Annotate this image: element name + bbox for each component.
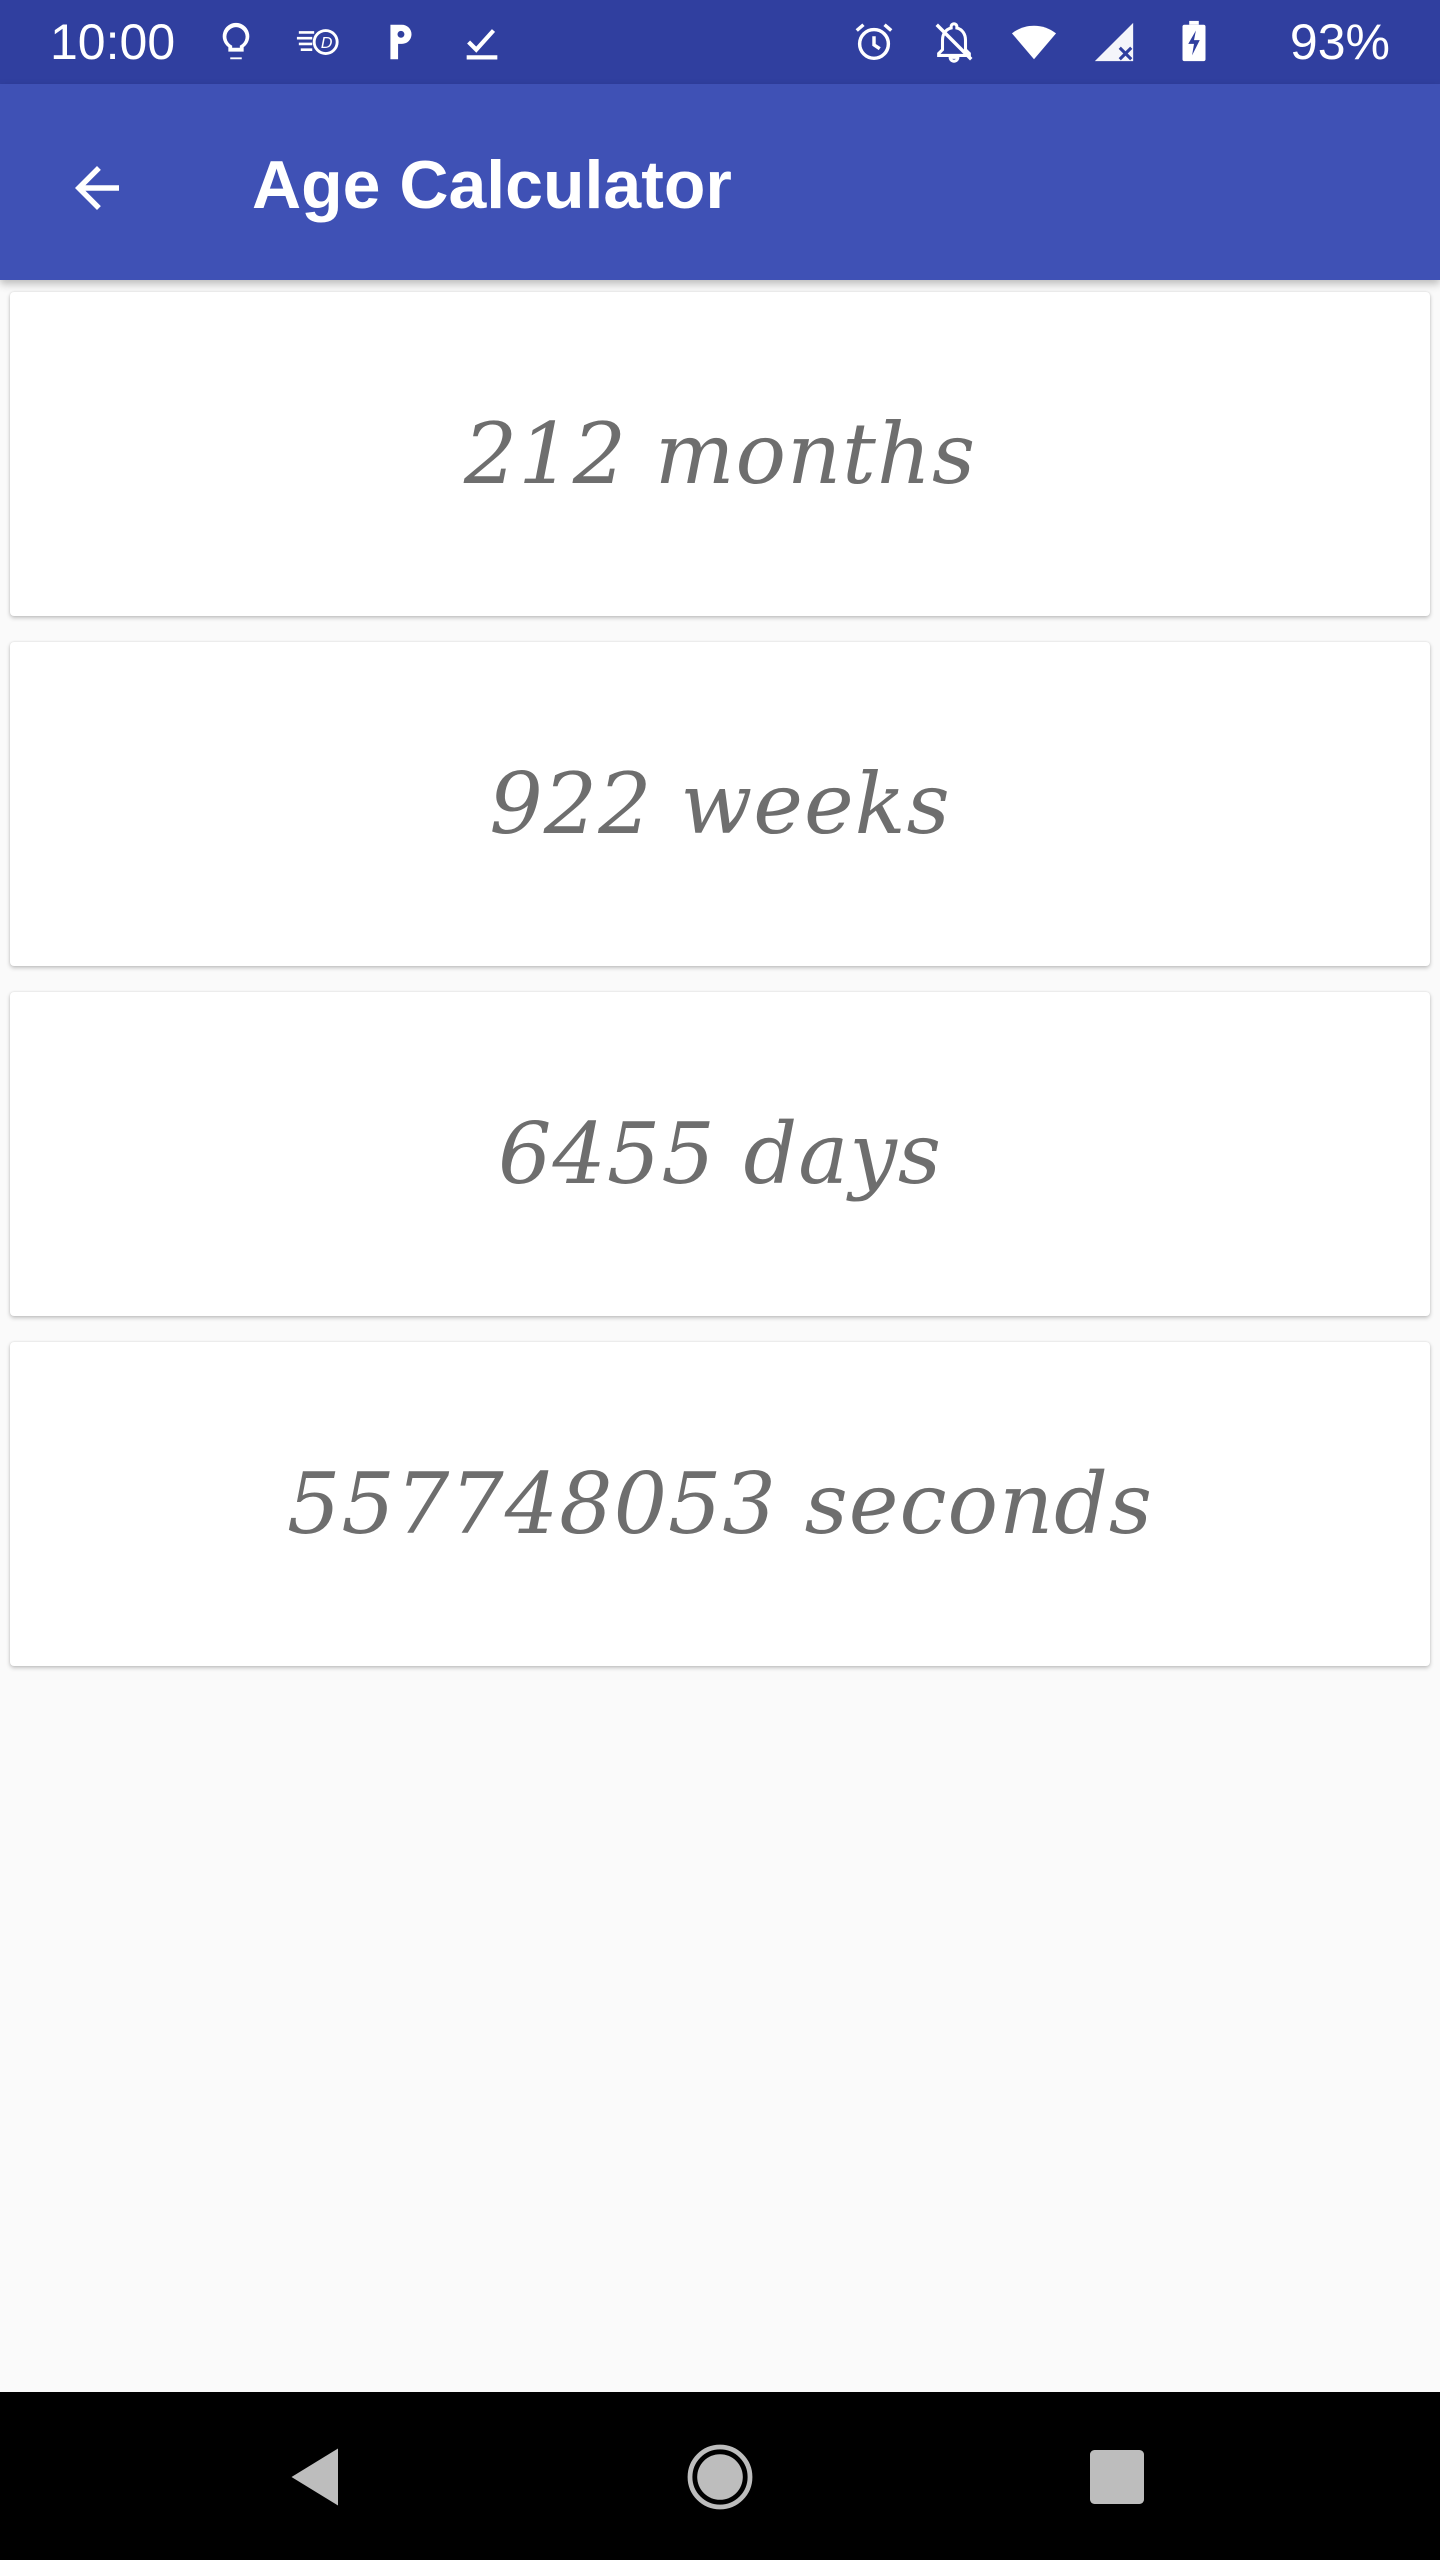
status-time: 10:00 bbox=[50, 14, 176, 70]
check-download-icon bbox=[456, 16, 508, 68]
notifications-off-icon bbox=[928, 16, 980, 68]
app-bar: Age Calculator bbox=[0, 84, 1440, 280]
seconds-value: 557748053 seconds bbox=[286, 1455, 1154, 1553]
alarm-icon bbox=[848, 16, 900, 68]
wifi-icon bbox=[1008, 16, 1060, 68]
p-icon bbox=[374, 16, 426, 68]
results-list: 212 months 922 weeks 6455 days 557748053… bbox=[10, 292, 1430, 1692]
lightbulb-icon bbox=[210, 16, 262, 68]
nav-home-button[interactable] bbox=[675, 2432, 765, 2522]
signal-icon bbox=[1088, 16, 1140, 68]
status-bar: 10:00 D 93% bbox=[0, 0, 1440, 84]
nav-recents-button[interactable] bbox=[1072, 2432, 1162, 2522]
home-circle-icon bbox=[687, 2444, 753, 2510]
page-title: Age Calculator bbox=[252, 147, 732, 223]
arrow-back-icon bbox=[75, 166, 119, 210]
battery-percent: 93% bbox=[1289, 14, 1390, 70]
battery-charging-icon bbox=[1168, 16, 1220, 68]
navigation-bar bbox=[0, 2392, 1440, 2560]
weeks-value: 922 weeks bbox=[489, 755, 951, 853]
result-card-months: 212 months bbox=[10, 292, 1430, 616]
recents-square-icon bbox=[1090, 2450, 1144, 2504]
days-value: 6455 days bbox=[498, 1105, 942, 1203]
result-card-days: 6455 days bbox=[10, 992, 1430, 1316]
svg-text:D: D bbox=[321, 34, 333, 52]
result-card-weeks: 922 weeks bbox=[10, 642, 1430, 966]
back-triangle-icon bbox=[291, 2448, 338, 2506]
months-value: 212 months bbox=[463, 405, 977, 503]
nav-back-button[interactable] bbox=[272, 2432, 362, 2522]
status-left-icons: D bbox=[210, 14, 508, 70]
speed-d-icon: D bbox=[292, 16, 344, 68]
back-button[interactable] bbox=[42, 140, 152, 236]
result-card-seconds: 557748053 seconds bbox=[10, 1342, 1430, 1666]
status-right-icons bbox=[848, 14, 1220, 70]
